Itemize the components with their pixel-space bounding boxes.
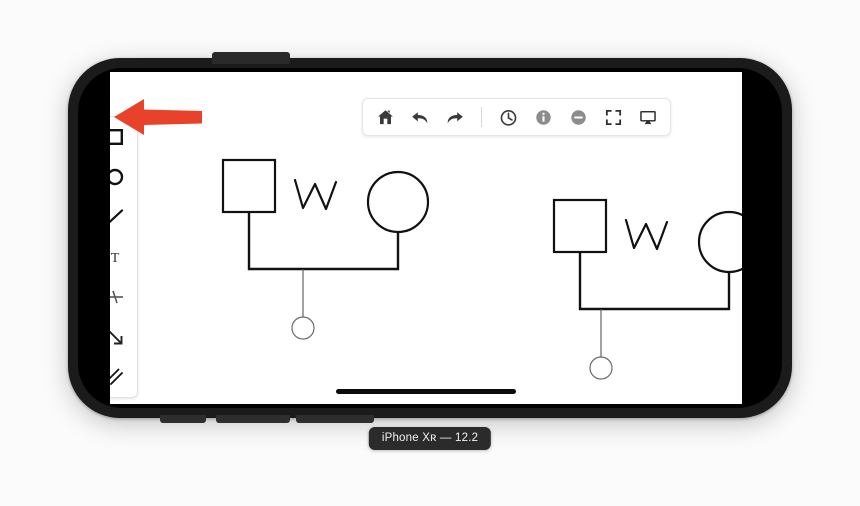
hardware-button-volume-up[interactable]	[160, 415, 206, 423]
toolbar-divider	[481, 107, 482, 127]
relationship-marker-zigzag-2[interactable]	[624, 218, 669, 251]
svg-text:T: T	[111, 251, 120, 266]
monitor-icon[interactable]	[637, 106, 659, 128]
redo-arrow-icon[interactable]	[444, 106, 466, 128]
device-frame: T	[68, 52, 792, 423]
hardware-button-volume-down[interactable]	[216, 415, 290, 423]
minus-circle-icon[interactable]	[567, 106, 589, 128]
genogram-node-child-1[interactable]	[291, 316, 315, 340]
genogram-family-2[interactable]	[552, 198, 742, 380]
shape-tool-text[interactable]: T	[110, 244, 128, 270]
genogram-node-male-2[interactable]	[552, 198, 608, 254]
clock-icon[interactable]	[497, 106, 519, 128]
genogram-family-1[interactable]	[221, 158, 430, 340]
canvas-toolbar[interactable]	[362, 98, 671, 136]
expand-brackets-icon[interactable]	[602, 106, 624, 128]
shape-tool-square[interactable]	[110, 124, 128, 150]
shape-tool-divorce-line[interactable]	[110, 284, 128, 310]
relationship-marker-zigzag-1[interactable]	[293, 178, 338, 211]
shape-tool-arrow[interactable]	[110, 324, 128, 350]
hardware-button-power[interactable]	[296, 415, 374, 423]
genogram-node-female-2[interactable]	[697, 210, 742, 274]
home-icon[interactable]	[374, 106, 396, 128]
home-indicator	[336, 389, 516, 394]
shape-tool-line[interactable]	[110, 204, 128, 230]
device-label: iPhone Xʀ — 12.2	[368, 427, 492, 450]
info-circle-icon[interactable]	[532, 106, 554, 128]
shape-tool-double-line[interactable]	[110, 364, 128, 390]
genogram-node-male-1[interactable]	[221, 158, 277, 214]
shape-tool-circle[interactable]	[110, 164, 128, 190]
genogram-node-female-1[interactable]	[366, 170, 430, 234]
shape-tools-palette[interactable]: T	[110, 116, 138, 398]
device-notch	[212, 52, 290, 64]
genogram-node-child-2[interactable]	[589, 356, 613, 380]
undo-arrow-icon[interactable]	[409, 106, 431, 128]
device-screen: T	[110, 72, 742, 404]
